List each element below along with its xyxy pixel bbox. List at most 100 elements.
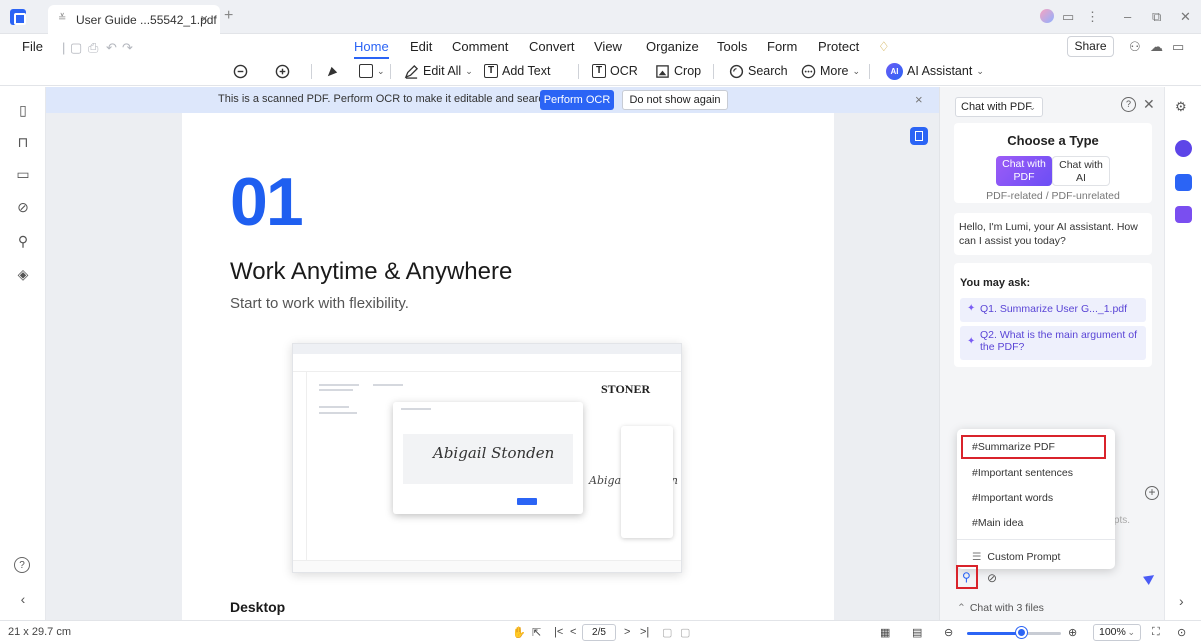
- help-icon[interactable]: ?: [14, 557, 30, 573]
- crop-button[interactable]: Crop: [655, 61, 701, 81]
- search-panel-icon[interactable]: ⚲: [14, 232, 32, 250]
- zoom-out-small-icon[interactable]: ⊖: [944, 626, 953, 639]
- ai-chat-icon[interactable]: [1175, 140, 1192, 157]
- zoom-slider-track[interactable]: [1021, 632, 1061, 635]
- menu-comment[interactable]: Comment: [452, 39, 508, 54]
- page-number-input[interactable]: 2/5: [582, 624, 616, 641]
- first-page-icon[interactable]: |<: [554, 626, 563, 638]
- maximize-button[interactable]: ⧉: [1152, 9, 1161, 25]
- zoom-slider-handle[interactable]: [1016, 627, 1027, 638]
- save-icon[interactable]: ▢: [70, 40, 82, 56]
- help-icon[interactable]: ?: [1121, 97, 1136, 112]
- search-button[interactable]: Search: [729, 61, 788, 81]
- prompt-important-sentences[interactable]: #Important sentences: [957, 461, 1115, 485]
- page-nav-extra-icon[interactable]: ▢: [680, 626, 690, 639]
- zoom-select[interactable]: 100% ⌄: [1093, 624, 1141, 641]
- search-label: Search: [748, 64, 788, 78]
- zoom-out-button[interactable]: [233, 61, 248, 81]
- cloud-upload-icon[interactable]: ☁: [1150, 39, 1163, 55]
- menu-edit[interactable]: Edit: [410, 39, 432, 54]
- layers-icon[interactable]: ◈: [14, 265, 32, 283]
- collapse-ribbon-icon[interactable]: ▭: [1172, 39, 1184, 55]
- zoom-in-button[interactable]: [275, 61, 290, 81]
- user-share-icon[interactable]: ⚇: [1129, 39, 1141, 55]
- chat-mode-select[interactable]: Chat with PDF ⌄: [955, 97, 1043, 117]
- send-icon[interactable]: [1143, 571, 1157, 585]
- settings-sliders-icon[interactable]: ⚙: [1175, 99, 1187, 115]
- mini-ok-button: [517, 498, 537, 505]
- ai-assistant-button[interactable]: AI AI Assistant ⌄: [886, 61, 984, 81]
- page-layout-icon[interactable]: ▦: [880, 626, 890, 639]
- tab-chevron-icon[interactable]: ≚: [58, 13, 66, 24]
- share-button[interactable]: Share: [1067, 36, 1114, 57]
- hand-tool-icon[interactable]: ✋: [512, 626, 526, 639]
- do-not-show-again-button[interactable]: Do not show again: [622, 90, 728, 110]
- zoom-slider-fill[interactable]: [967, 632, 1021, 635]
- prompt-important-words[interactable]: #Important words: [957, 486, 1115, 510]
- view-mode-icon[interactable]: ▤: [912, 626, 922, 639]
- more-button[interactable]: More ⌄: [801, 61, 860, 81]
- page-view-toggle-icon[interactable]: [910, 127, 928, 145]
- fullscreen-icon[interactable]: ⊙: [1177, 626, 1186, 639]
- collapse-left-icon[interactable]: ‹: [14, 590, 32, 608]
- suggested-question-1[interactable]: ✦ Q1. Summarize User G..._1.pdf: [960, 298, 1146, 322]
- bookmark-icon[interactable]: ⊓: [14, 133, 32, 151]
- message-icon[interactable]: ▭: [1062, 9, 1074, 25]
- prompt-summarize-pdf[interactable]: #Summarize PDF: [961, 435, 1106, 459]
- menu-protect[interactable]: Protect: [818, 39, 859, 54]
- menu-view[interactable]: View: [594, 39, 622, 54]
- avatar[interactable]: [1040, 9, 1054, 23]
- new-chat-icon[interactable]: +: [1145, 486, 1159, 500]
- attachment-icon[interactable]: ⊘: [14, 198, 32, 216]
- menu-home[interactable]: Home: [354, 39, 389, 59]
- undo-icon[interactable]: ↶: [106, 40, 117, 56]
- document-tab[interactable]: ≚ User Guide ...55542_1.pdf ×: [48, 5, 220, 34]
- panel-close-button[interactable]: ✕: [1143, 96, 1155, 113]
- highlight-button[interactable]: [325, 61, 340, 81]
- file-menu[interactable]: File: [22, 39, 43, 54]
- ocr-banner-close-button[interactable]: ×: [915, 92, 923, 107]
- quick-access-divider: |: [62, 40, 66, 55]
- next-page-icon[interactable]: >: [624, 626, 630, 638]
- menu-organize[interactable]: Organize: [646, 39, 699, 54]
- menu-form[interactable]: Form: [767, 39, 797, 54]
- add-text-button[interactable]: T Add Text: [484, 61, 550, 81]
- menu-tools[interactable]: Tools: [717, 39, 747, 54]
- chat-with-ai-option[interactable]: Chat with AI: [1052, 156, 1110, 186]
- page-thumbnails-icon[interactable]: ▯: [14, 101, 32, 119]
- suggested-question-2[interactable]: ✦ Q2. What is the main argument of the P…: [960, 326, 1146, 360]
- chat-with-pdf-option[interactable]: Chat with PDF: [996, 156, 1052, 186]
- select-tool-icon[interactable]: ⇱: [532, 626, 541, 639]
- translate-icon[interactable]: [1175, 174, 1192, 191]
- zoom-in-small-icon[interactable]: ⊕: [1068, 626, 1077, 639]
- new-tab-button[interactable]: +: [224, 7, 233, 25]
- menu-convert[interactable]: Convert: [529, 39, 575, 54]
- tab-close-button[interactable]: ×: [200, 11, 208, 26]
- page-nav-extra-icon[interactable]: ▢: [662, 626, 672, 639]
- attachment-clip-icon[interactable]: ⊘: [987, 571, 997, 585]
- title-bar: ≚ User Guide ...55542_1.pdf × + ▭ ⋮ – ⧉ …: [0, 0, 1201, 34]
- fit-page-icon[interactable]: ⛶: [1152, 626, 1160, 639]
- custom-prompt-item[interactable]: ☰ Custom Prompt: [957, 545, 1115, 569]
- redo-icon[interactable]: ↷: [122, 40, 133, 56]
- last-page-icon[interactable]: >|: [640, 626, 649, 638]
- ai-proofread-icon[interactable]: [1175, 206, 1192, 223]
- prompt-main-idea[interactable]: #Main idea: [957, 511, 1115, 535]
- ocr-button[interactable]: T OCR: [592, 61, 638, 81]
- prompt-pin-icon[interactable]: ⚲: [962, 570, 971, 584]
- comment-icon[interactable]: ▭: [14, 165, 32, 183]
- tips-bulb-icon[interactable]: ♢: [878, 39, 890, 55]
- collapse-right-icon[interactable]: ›: [1179, 593, 1184, 609]
- print-icon[interactable]: ⎙: [88, 40, 98, 56]
- close-window-button[interactable]: ✕: [1180, 9, 1191, 25]
- shape-button[interactable]: ⌄: [359, 61, 385, 81]
- perform-ocr-button[interactable]: Perform OCR: [540, 90, 614, 110]
- chat-files-toggle[interactable]: ⌃ Chat with 3 files: [957, 602, 1044, 614]
- search-icon: [729, 64, 744, 78]
- minimize-button[interactable]: –: [1124, 9, 1131, 24]
- prev-page-icon[interactable]: <: [570, 626, 576, 638]
- edit-all-button[interactable]: Edit All ⌄: [404, 61, 473, 81]
- mini-text-line: [373, 384, 403, 386]
- mini-signature-dialog: Abigail Stonden: [393, 402, 583, 514]
- more-options-button[interactable]: ⋮: [1086, 9, 1099, 25]
